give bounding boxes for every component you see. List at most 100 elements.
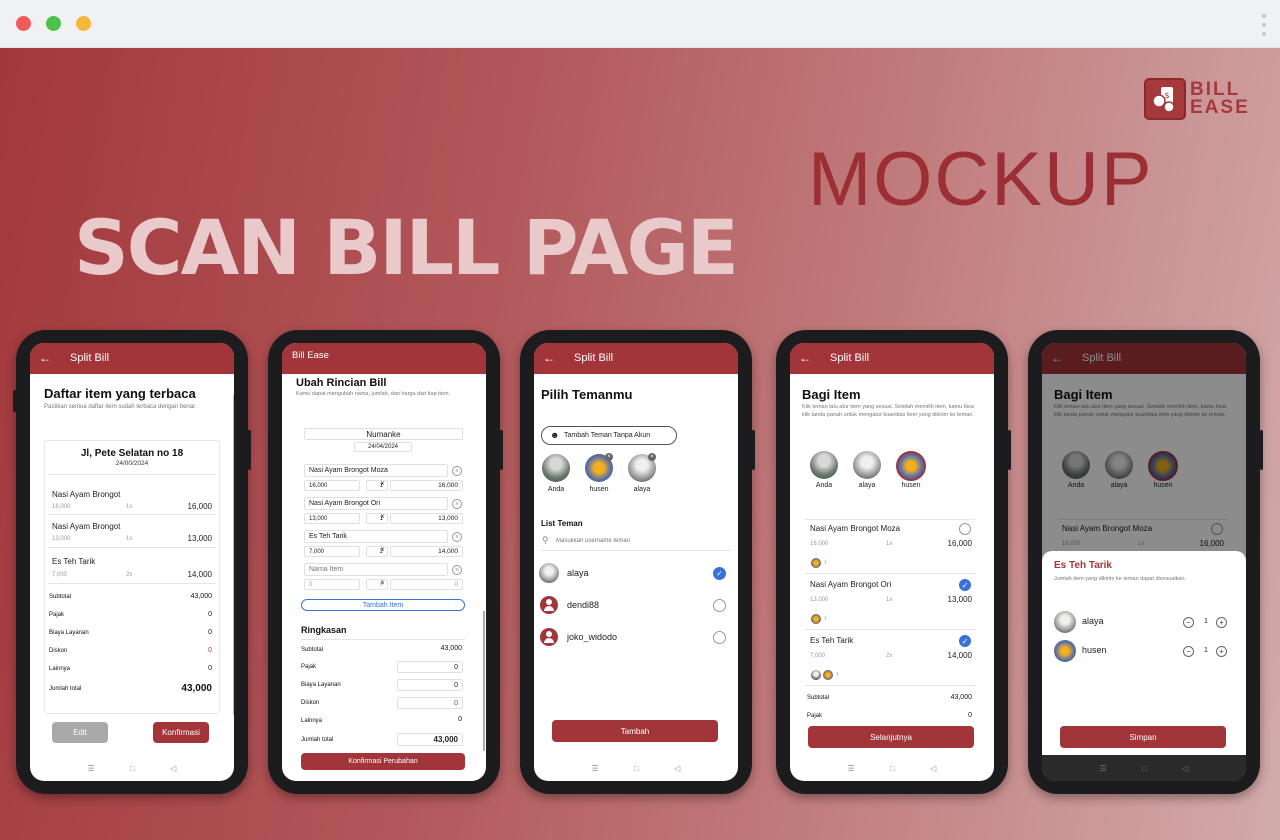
- back-triangle-icon[interactable]: ◁: [1182, 764, 1188, 773]
- back-triangle-icon[interactable]: ◁: [170, 764, 176, 773]
- decrement-icon[interactable]: −: [1183, 617, 1194, 628]
- menu-icon[interactable]: ☰: [1100, 764, 1107, 773]
- remove-selection-icon[interactable]: ×: [605, 453, 613, 461]
- avatar[interactable]: [542, 454, 570, 482]
- increment-icon[interactable]: +: [1216, 617, 1227, 628]
- new-item-qty-field[interactable]: 0: [366, 579, 388, 590]
- item-name-field[interactable]: Es Teh Tarik: [304, 530, 448, 543]
- item-name-field[interactable]: Nasi Ayam Brongot Ori: [304, 497, 448, 510]
- item-qty-field[interactable]: 2: [366, 546, 388, 557]
- item-checkbox[interactable]: [959, 523, 971, 535]
- avatar-selected[interactable]: [896, 451, 926, 481]
- item-qty-field[interactable]: 1: [366, 480, 388, 491]
- remove-item-icon[interactable]: ×: [452, 565, 462, 575]
- selected-name: Anda: [547, 486, 565, 493]
- new-item-name-input[interactable]: [304, 563, 448, 576]
- summary-value: 0: [458, 716, 462, 723]
- new-item-price-field[interactable]: 0: [304, 579, 360, 590]
- item-checkbox-checked[interactable]: ✓: [959, 635, 971, 647]
- friend-checkbox[interactable]: [713, 599, 726, 612]
- remove-item-icon[interactable]: ×: [452, 499, 462, 509]
- item-price-field[interactable]: 7,000: [304, 546, 360, 557]
- menu-icon[interactable]: ☰: [592, 764, 599, 773]
- menu-icon[interactable]: ☰: [88, 764, 95, 773]
- tax-field[interactable]: 0: [397, 661, 463, 673]
- summary-label: Subtotal: [301, 647, 324, 653]
- sheet-title: Es Teh Tarik: [1054, 560, 1112, 571]
- item-name: Es Teh Tarik: [52, 557, 96, 566]
- add-item-button[interactable]: Tambah Item: [301, 599, 465, 611]
- discount-field[interactable]: 0: [397, 697, 463, 709]
- phone-scanned-items: ← Split Bill Daftar item yang terbaca Pa…: [13, 330, 251, 794]
- item-price: 16,000: [810, 541, 829, 547]
- item-checkbox-checked[interactable]: ✓: [959, 579, 971, 591]
- save-button[interactable]: Simpan: [1060, 726, 1226, 748]
- minimize-window-dot[interactable]: [76, 16, 91, 31]
- remove-item-icon[interactable]: ×: [452, 466, 462, 476]
- back-triangle-icon[interactable]: ◁: [674, 764, 680, 773]
- back-arrow-icon[interactable]: ←: [543, 351, 555, 365]
- home-square-icon[interactable]: □: [634, 764, 639, 773]
- summary-value: 0: [208, 665, 212, 672]
- decrement-icon[interactable]: −: [1183, 646, 1194, 657]
- item-total: 14,000: [187, 570, 212, 579]
- kebab-menu-icon[interactable]: [1262, 14, 1266, 36]
- menu-icon[interactable]: ☰: [848, 764, 855, 773]
- chevron-right-icon[interactable]: ›: [824, 613, 827, 622]
- total-label: Jumlah total: [49, 686, 82, 692]
- confirm-button[interactable]: Konfirmasi: [153, 722, 209, 743]
- assigned-avatar: [823, 670, 833, 680]
- item-total: 13,000: [947, 595, 972, 604]
- scrollbar[interactable]: [483, 611, 485, 751]
- summary-value: 0: [208, 611, 212, 618]
- home-square-icon[interactable]: □: [130, 764, 135, 773]
- avatar: [539, 563, 559, 583]
- increment-icon[interactable]: +: [1216, 646, 1227, 657]
- item-name: Es Teh Tarik: [810, 636, 854, 645]
- item-name-field[interactable]: Nasi Ayam Brongot Moza: [304, 464, 448, 477]
- item-name: Nasi Ayam Brongot Ori: [810, 580, 892, 589]
- receipt-coins-icon: $: [1144, 78, 1186, 120]
- scrollbar[interactable]: [233, 395, 234, 715]
- item-qty-field[interactable]: 1: [366, 513, 388, 524]
- app-bar-title: Split Bill: [830, 352, 870, 364]
- back-arrow-icon[interactable]: ←: [39, 351, 51, 365]
- item-total-field[interactable]: 16,000: [390, 480, 463, 491]
- summary-label: Diskon: [301, 700, 320, 706]
- chevron-right-icon[interactable]: ›: [824, 557, 827, 566]
- next-button[interactable]: Selanjutnya: [808, 726, 974, 748]
- store-name: Jl, Pete Selatan no 18: [80, 448, 184, 459]
- item-price-field[interactable]: 16,000: [304, 480, 360, 491]
- avatar[interactable]: [853, 451, 881, 479]
- summary-value: 0: [968, 712, 972, 719]
- home-square-icon[interactable]: □: [1142, 764, 1147, 773]
- chevron-right-icon[interactable]: ›: [836, 669, 839, 678]
- quantity-value: 1: [1204, 647, 1208, 654]
- bill-ease-logo: $ BILL EASE: [1144, 78, 1250, 120]
- friend-checkbox[interactable]: [713, 631, 726, 644]
- search-friend-input[interactable]: [556, 534, 728, 548]
- confirm-changes-button[interactable]: Konfirmasi Perubahan: [301, 753, 465, 770]
- item-total-field[interactable]: 13,000: [390, 513, 463, 524]
- edit-button[interactable]: Edit: [52, 722, 108, 743]
- store-name-field[interactable]: Numanke: [304, 428, 463, 440]
- avatar[interactable]: [810, 451, 838, 479]
- friend-checkbox-checked[interactable]: ✓: [713, 567, 726, 580]
- date-field[interactable]: 24/04/2024: [354, 442, 412, 452]
- maximize-window-dot[interactable]: [46, 16, 61, 31]
- remove-selection-icon[interactable]: ×: [648, 453, 656, 461]
- remove-item-icon[interactable]: ×: [452, 532, 462, 542]
- item-price-field[interactable]: 13,000: [304, 513, 360, 524]
- item-total-field[interactable]: 14,000: [390, 546, 463, 557]
- back-arrow-icon[interactable]: ←: [799, 351, 811, 365]
- total-field[interactable]: 43,000: [397, 733, 463, 746]
- back-triangle-icon[interactable]: ◁: [930, 764, 936, 773]
- item-total: 16,000: [947, 539, 972, 548]
- add-friend-without-account-button[interactable]: ☻ Tambah Teman Tanpa Akun: [541, 426, 677, 445]
- add-button[interactable]: Tambah: [552, 720, 718, 742]
- new-item-total-field[interactable]: 0: [390, 579, 463, 590]
- service-fee-field[interactable]: 0: [397, 679, 463, 691]
- home-square-icon[interactable]: □: [890, 764, 895, 773]
- mockup-canvas: SCAN BILL PAGE MOCKUP $ BILL EASE ← Split…: [0, 48, 1280, 840]
- close-window-dot[interactable]: [16, 16, 31, 31]
